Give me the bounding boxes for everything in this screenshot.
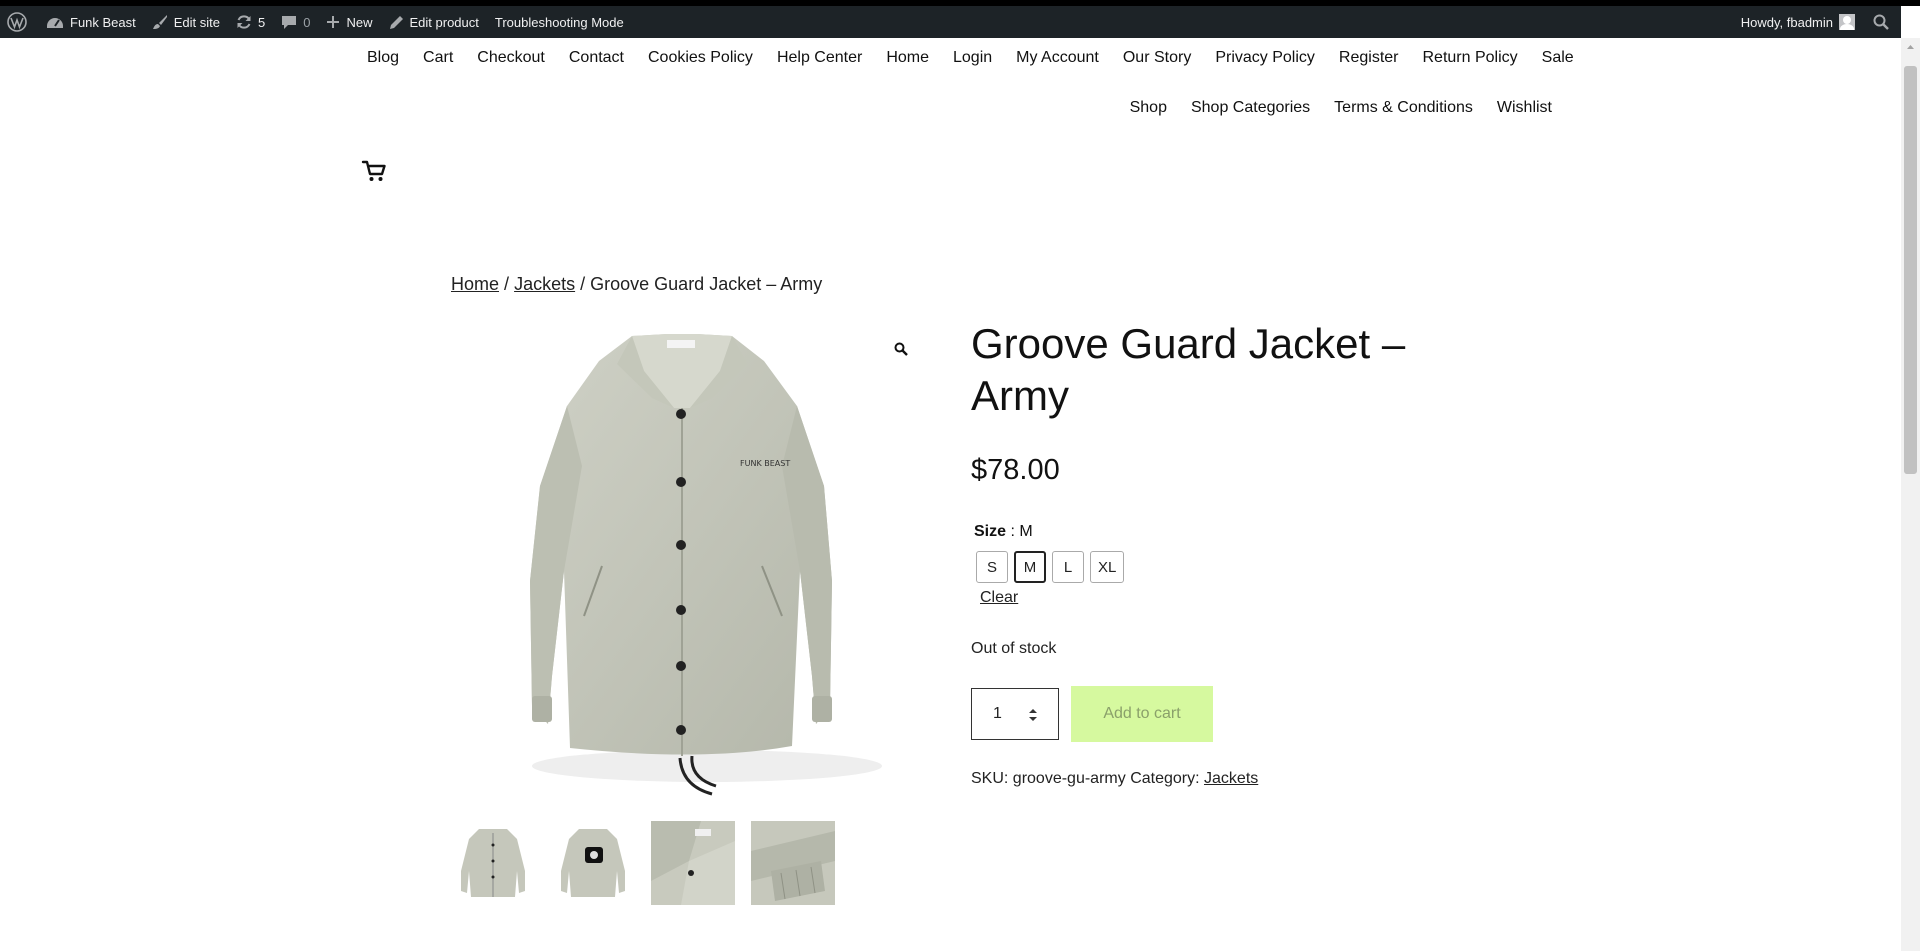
nav-link-shop[interactable]: Shop bbox=[1130, 99, 1167, 117]
site-name: Funk Beast bbox=[70, 14, 136, 30]
breadcrumb-separator: / bbox=[504, 274, 514, 294]
jacket-back-thumbnail bbox=[551, 821, 635, 905]
comments-link[interactable]: 0 bbox=[273, 6, 318, 38]
nav-link-register[interactable]: Register bbox=[1339, 49, 1399, 67]
nav-link-blog[interactable]: Blog bbox=[367, 49, 399, 67]
nav-link-return-policy[interactable]: Return Policy bbox=[1422, 49, 1517, 67]
avatar bbox=[1839, 14, 1855, 30]
jacket-collar-thumbnail bbox=[651, 821, 735, 905]
jacket-front-thumbnail bbox=[451, 821, 535, 905]
howdy-text: Howdy, fbadmin bbox=[1740, 14, 1833, 30]
nav-link-terms-conditions[interactable]: Terms & Conditions bbox=[1334, 99, 1473, 117]
add-to-cart-button[interactable]: Add to cart bbox=[1071, 686, 1213, 742]
thumbnail-collar[interactable] bbox=[651, 821, 735, 905]
size-label: Size bbox=[974, 523, 1007, 540]
spinner-arrows-icon[interactable] bbox=[1028, 707, 1038, 723]
size-swatch-s[interactable]: S bbox=[976, 551, 1008, 583]
admin-bar: Funk Beast Edit site 5 0 New Edit produc… bbox=[0, 6, 1901, 38]
stock-status: Out of stock bbox=[971, 640, 1057, 657]
site-name-link[interactable]: Funk Beast bbox=[38, 6, 144, 38]
troubleshooting-mode-link[interactable]: Troubleshooting Mode bbox=[487, 6, 632, 38]
size-swatch-l[interactable]: L bbox=[1052, 551, 1084, 583]
jacket-image: FUNK BEAST bbox=[530, 334, 882, 796]
admin-bar-right: Howdy, fbadmin bbox=[1733, 6, 1901, 38]
nav-link-sale[interactable]: Sale bbox=[1542, 49, 1574, 67]
updates-link[interactable]: 5 bbox=[228, 6, 273, 38]
edit-site-link[interactable]: Edit site bbox=[144, 6, 228, 38]
thumbnail-front[interactable] bbox=[451, 821, 535, 905]
troubleshooting-label: Troubleshooting Mode bbox=[494, 14, 624, 30]
plus-icon bbox=[327, 16, 340, 28]
quantity-value: 1 bbox=[993, 705, 1002, 722]
scrollbar-thumb[interactable] bbox=[1904, 66, 1917, 474]
magnifier-icon bbox=[894, 342, 908, 356]
jacket-cuff-thumbnail bbox=[751, 821, 835, 905]
cart-icon bbox=[361, 160, 386, 181]
my-account-menu[interactable]: Howdy, fbadmin bbox=[1733, 6, 1863, 38]
primary-nav-row-2: Shop Shop Categories Terms & Conditions … bbox=[1130, 99, 1552, 117]
size-selected-value: M bbox=[1019, 523, 1033, 540]
new-content-link[interactable]: New bbox=[318, 6, 380, 38]
product-main-image[interactable]: FUNK BEAST bbox=[452, 316, 912, 802]
breadcrumb-separator-text: / bbox=[504, 274, 510, 294]
mini-cart-button[interactable] bbox=[361, 158, 387, 184]
edit-product-label: Edit product bbox=[409, 14, 479, 30]
admin-search-button[interactable] bbox=[1863, 6, 1901, 38]
nav-link-my-account[interactable]: My Account bbox=[1016, 49, 1099, 67]
size-attribute-label: Size : M bbox=[974, 523, 1033, 541]
category-link[interactable]: Jackets bbox=[1204, 770, 1258, 787]
comments-count: 0 bbox=[303, 14, 311, 30]
clear-selection-link[interactable]: Clear bbox=[980, 589, 1018, 607]
wordpress-icon bbox=[7, 12, 27, 32]
nav-link-login[interactable]: Login bbox=[953, 49, 992, 67]
zoom-button[interactable] bbox=[890, 338, 912, 360]
nav-link-privacy-policy[interactable]: Privacy Policy bbox=[1215, 49, 1315, 67]
dashboard-icon bbox=[47, 18, 63, 28]
chest-logo: FUNK BEAST bbox=[740, 459, 790, 468]
primary-nav-row-1: Blog Cart Checkout Contact Cookies Polic… bbox=[367, 49, 1574, 67]
nav-link-home[interactable]: Home bbox=[886, 49, 929, 67]
size-swatches: S M L XL bbox=[976, 551, 1130, 583]
breadcrumb-current: Groove Guard Jacket – Army bbox=[590, 274, 823, 294]
nav-link-wishlist[interactable]: Wishlist bbox=[1497, 99, 1552, 117]
size-swatch-xl[interactable]: XL bbox=[1090, 551, 1125, 583]
scroll-up-arrow-icon[interactable] bbox=[1904, 40, 1917, 54]
updates-count: 5 bbox=[258, 14, 266, 30]
sku-label: SKU: bbox=[971, 770, 1009, 787]
edit-product-link[interactable]: Edit product bbox=[381, 6, 487, 38]
breadcrumb-home-link[interactable]: Home bbox=[451, 274, 499, 294]
nav-link-checkout[interactable]: Checkout bbox=[477, 49, 545, 67]
brush-icon bbox=[152, 15, 167, 29]
nav-link-our-story[interactable]: Our Story bbox=[1123, 49, 1191, 67]
edit-site-label: Edit site bbox=[173, 14, 221, 30]
nav-link-cookies-policy[interactable]: Cookies Policy bbox=[648, 49, 753, 67]
thumbnail-back[interactable] bbox=[551, 821, 635, 905]
new-label: New bbox=[346, 14, 373, 30]
wordpress-logo-button[interactable] bbox=[0, 6, 38, 38]
sku-value: groove-gu-army bbox=[1012, 770, 1126, 787]
breadcrumb: Home / Jackets / Groove Guard Jacket – A… bbox=[451, 274, 822, 295]
product-title: Groove Guard Jacket – Army bbox=[971, 320, 1406, 419]
size-swatch-m[interactable]: M bbox=[1014, 551, 1046, 583]
product-price: $78.00 bbox=[971, 454, 1060, 486]
category-label: Category: bbox=[1130, 770, 1200, 787]
breadcrumb-separator: / bbox=[580, 274, 590, 294]
nav-link-shop-categories[interactable]: Shop Categories bbox=[1191, 99, 1310, 117]
breadcrumb-separator-text: / bbox=[580, 274, 586, 294]
updates-icon bbox=[237, 15, 251, 29]
size-separator: : bbox=[1006, 523, 1020, 540]
nav-link-cart[interactable]: Cart bbox=[423, 49, 453, 67]
search-icon bbox=[1873, 14, 1889, 30]
pencil-icon bbox=[389, 15, 403, 29]
breadcrumb-category-link[interactable]: Jackets bbox=[514, 274, 575, 294]
quantity-stepper[interactable]: 1 bbox=[971, 688, 1059, 740]
product-meta: SKU: groove-gu-army Category: Jackets bbox=[971, 770, 1258, 788]
thumbnail-cuff[interactable] bbox=[751, 821, 835, 905]
nav-link-contact[interactable]: Contact bbox=[569, 49, 624, 67]
comment-icon bbox=[282, 16, 297, 29]
nav-link-help-center[interactable]: Help Center bbox=[777, 49, 862, 67]
